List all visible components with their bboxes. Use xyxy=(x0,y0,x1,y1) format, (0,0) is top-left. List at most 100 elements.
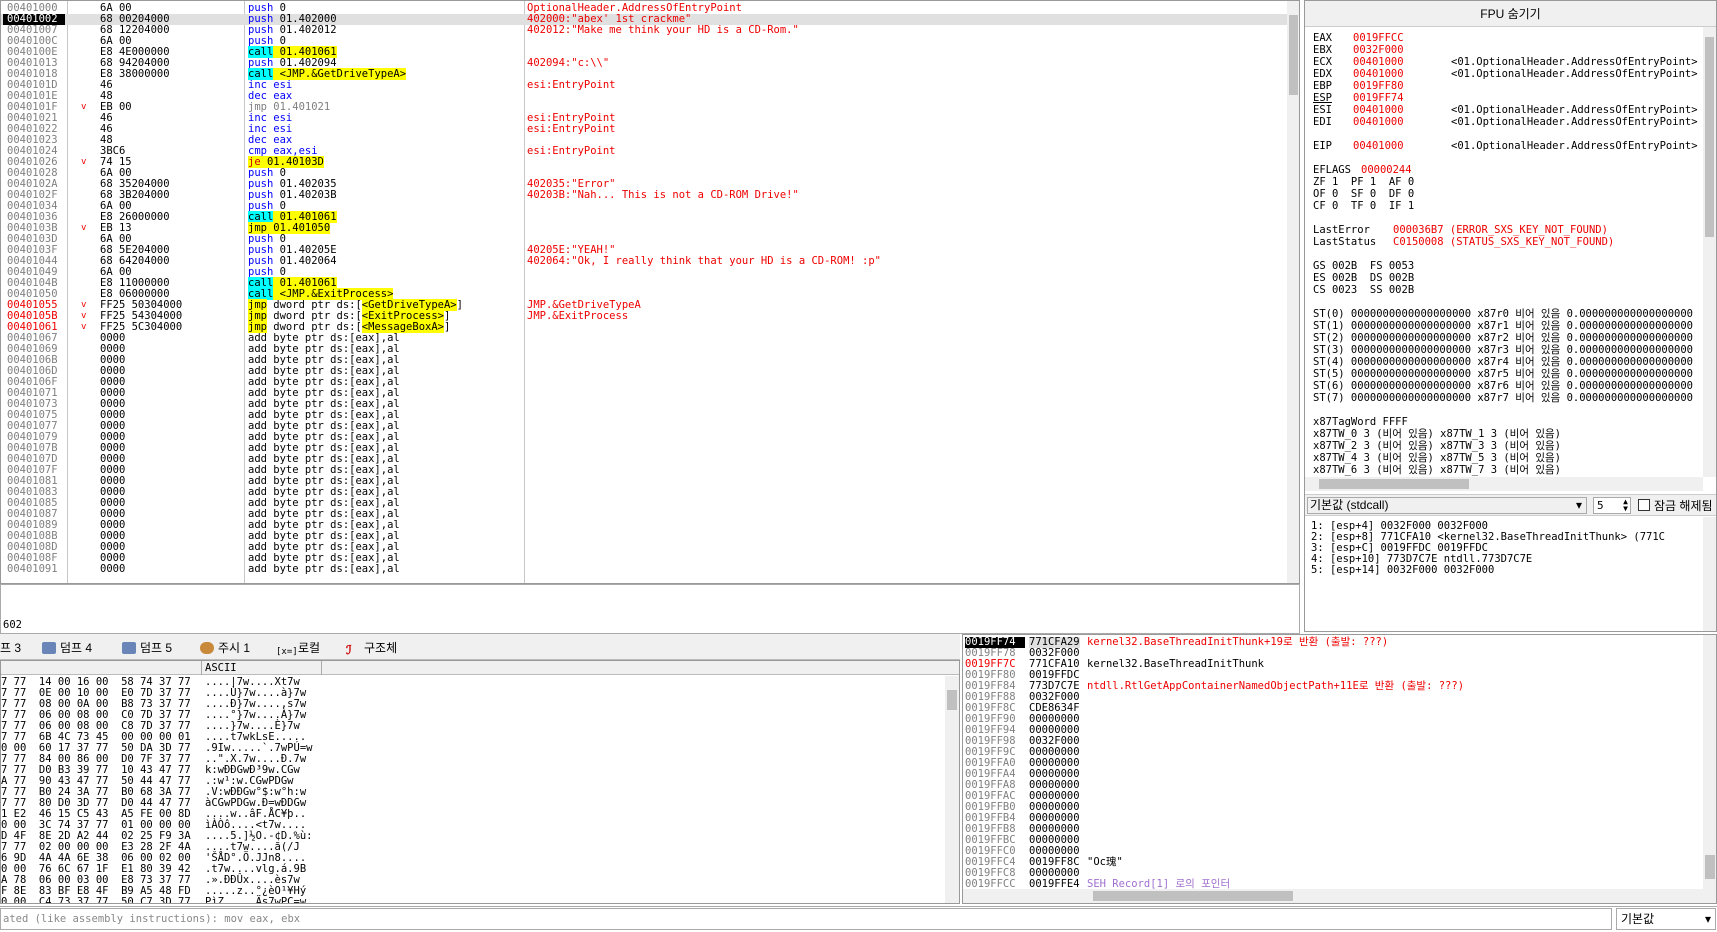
disasm-row[interactable]: 00401023 48 dec eax xyxy=(1,135,1287,146)
disasm-row[interactable]: 00401079 0000 add byte ptr ds:[eax],al xyxy=(1,432,1287,443)
disasm-row[interactable]: 00401024 3BC6 cmp eax,esi esi:EntryPoint xyxy=(1,146,1287,157)
register-line[interactable]: GS 002B FS 0053 xyxy=(1313,260,1414,272)
tab-locals[interactable]: [x=]로컬 xyxy=(276,639,320,657)
register-line[interactable]: ST(6) 0000000000000000000 x87r6 비어 있음 0.… xyxy=(1313,380,1693,392)
stack-scrollbar[interactable] xyxy=(1703,635,1716,903)
register-line[interactable]: EBP 0019FF80 xyxy=(1313,80,1451,92)
command-input[interactable]: ated (like assembly instructions): mov e… xyxy=(0,908,1612,930)
dump-pane[interactable]: ASCII 7 77 14 00 16 00 58 74 37 77 ....|7… xyxy=(0,660,960,904)
disasm-row[interactable]: 00401083 0000 add byte ptr ds:[eax],al xyxy=(1,487,1287,498)
disasm-row[interactable]: 0040106F 0000 add byte ptr ds:[eax],al xyxy=(1,377,1287,388)
disasm-row[interactable]: 00401013 68 94204000 push 01.402094 402094:… xyxy=(1,58,1287,69)
disasm-row[interactable]: 00401022 46 inc esi esi:EntryPoint xyxy=(1,124,1287,135)
register-line[interactable]: ST(4) 0000000000000000000 x87r4 비어 있음 0.… xyxy=(1313,356,1693,368)
disasm-row[interactable]: 0040100E E8 4E000000 call 01.401061 xyxy=(1,46,1287,58)
disasm-scroll-thumb[interactable] xyxy=(1289,15,1298,95)
register-line[interactable]: ST(3) 0000000000000000000 x87r3 비어 있음 0.… xyxy=(1313,344,1693,356)
disasm-row[interactable]: 0040104B E8 11000000 call 01.401061 xyxy=(1,277,1287,289)
disasm-row[interactable]: 0040106B 0000 add byte ptr ds:[eax],al xyxy=(1,355,1287,366)
disassembly-pane[interactable]: 00401000 6A 00 push 0 OptionalHeader.Addres… xyxy=(0,0,1300,584)
dump-ascii[interactable]: PìZ.....Äs7wPÇ=w xyxy=(205,897,306,904)
tab-dump-3[interactable]: 프 3 xyxy=(0,639,21,657)
register-line[interactable]: x87TW_4 3 (비어 있음) x87TW_5 3 (비어 있음) xyxy=(1313,452,1561,464)
disasm-row[interactable]: 00401085 0000 add byte ptr ds:[eax],al xyxy=(1,498,1287,509)
reg-scrollbar[interactable] xyxy=(1703,27,1716,477)
disasm-row[interactable]: 00401087 0000 add byte ptr ds:[eax],al xyxy=(1,509,1287,520)
dump-hex[interactable]: 0 00 C4 73 37 77 50 C7 3D 77 xyxy=(1,897,191,904)
register-line[interactable]: ESI 00401000 <01.OptionalHeader.AddressOfE… xyxy=(1313,104,1698,116)
disasm-row[interactable]: 0040107B 0000 add byte ptr ds:[eax],al xyxy=(1,443,1287,454)
reg-hscrollbar[interactable] xyxy=(1305,477,1703,491)
disasm-row[interactable]: 0040100C 6A 00 push 0 xyxy=(1,36,1287,47)
fpu-toggle-button[interactable]: FPU 숨기기 xyxy=(1305,1,1716,27)
register-line[interactable]: ESP 0019FF74 xyxy=(1313,92,1451,104)
register-line[interactable]: ST(0) 0000000000000000000 x87r0 비어 있음 0.… xyxy=(1313,308,1693,320)
disasm-row[interactable]: 0040107F 0000 add byte ptr ds:[eax],al xyxy=(1,465,1287,476)
register-line[interactable]: LastStatus C0150008 (STATUS_SXS_KEY_NOT_F… xyxy=(1313,236,1614,248)
disasm-row[interactable]: 0040103B v EB 13 jmp 01.401050 xyxy=(1,222,1287,234)
register-line[interactable]: EFLAGS 00000244 xyxy=(1313,164,1412,176)
disasm-row[interactable]: 00401075 0000 add byte ptr ds:[eax],al xyxy=(1,410,1287,421)
disassembly-rows[interactable]: 00401000 6A 00 push 0 OptionalHeader.Addres… xyxy=(1,3,1287,575)
disasm-row[interactable]: 00401081 0000 add byte ptr ds:[eax],al xyxy=(1,476,1287,487)
disasm-row[interactable]: 0040108F 0000 add byte ptr ds:[eax],al xyxy=(1,553,1287,564)
disasm-row[interactable]: 0040101F v EB 00 jmp 01.401021 xyxy=(1,102,1287,113)
register-line[interactable]: x87TW_6 3 (비어 있음) x87TW_7 3 (비어 있음) xyxy=(1313,464,1561,476)
callconv-select[interactable]: 기본값 (stdcall) ▾ xyxy=(1307,497,1587,514)
disasm-row[interactable]: 00401026 v 74 15 je 01.40103D xyxy=(1,156,1287,168)
disasm-scrollbar[interactable] xyxy=(1287,1,1299,583)
disasm-row[interactable]: 0040105B v FF25 54304000 jmp dword ptr ds:[… xyxy=(1,310,1287,322)
tab-dump-4[interactable]: 덤프 4 xyxy=(42,639,92,657)
stack-pane[interactable]: 0019FF74 771CFA29 kernel32.BaseThreadInitT… xyxy=(962,634,1717,904)
disasm-row[interactable]: 0040107D 0000 add byte ptr ds:[eax],al xyxy=(1,454,1287,465)
register-line[interactable]: EAX 0019FFCC xyxy=(1313,32,1451,44)
disasm-row[interactable]: 00401028 6A 00 push 0 xyxy=(1,168,1287,179)
register-line[interactable]: EIP 00401000 <01.OptionalHeader.AddressOfE… xyxy=(1313,140,1698,152)
tab-struct[interactable]: ℐ 구조체 xyxy=(346,639,397,657)
disasm-row[interactable]: 00401061 v FF25 5C304000 jmp dword ptr ds:[… xyxy=(1,321,1287,333)
disasm-row[interactable]: 00401044 68 64204000 push 01.402064 402064:… xyxy=(1,256,1287,267)
arg-count-spinner[interactable]: 5 ▲ ▼ xyxy=(1593,497,1631,514)
disasm-row[interactable]: 00401034 6A 00 push 0 xyxy=(1,201,1287,212)
disasm-row[interactable]: 00401091 0000 add byte ptr ds:[eax],al xyxy=(1,564,1287,575)
register-line[interactable]: OF 0 SF 0 DF 0 xyxy=(1313,188,1414,200)
disasm-row[interactable]: 00401021 46 inc esi esi:EntryPoint xyxy=(1,113,1287,124)
disasm-row[interactable]: 00401077 0000 add byte ptr ds:[eax],al xyxy=(1,421,1287,432)
stack-hscrollbar[interactable] xyxy=(963,889,1703,903)
disasm-row[interactable]: 00401089 0000 add byte ptr ds:[eax],al xyxy=(1,520,1287,531)
register-line[interactable]: ST(2) 0000000000000000000 x87r2 비어 있음 0.… xyxy=(1313,332,1693,344)
disasm-row[interactable]: 00401067 0000 add byte ptr ds:[eax],al xyxy=(1,333,1287,344)
call-arg-line[interactable]: 5: [esp+14] 0032F000 0032F000 xyxy=(1311,564,1494,576)
register-line[interactable]: EBX 0032F000 xyxy=(1313,44,1451,56)
dump-scrollbar[interactable] xyxy=(945,676,959,903)
register-line[interactable]: CF 0 TF 0 IF 1 xyxy=(1313,200,1414,212)
disasm-row[interactable]: 00401049 6A 00 push 0 xyxy=(1,267,1287,278)
register-line[interactable]: ST(1) 0000000000000000000 x87r1 비어 있음 0.… xyxy=(1313,320,1693,332)
disasm-row[interactable]: 00401073 0000 add byte ptr ds:[eax],al xyxy=(1,399,1287,410)
disasm-row[interactable]: 0040101D 46 inc esi esi:EntryPoint xyxy=(1,80,1287,91)
disasm-row[interactable]: 00401036 E8 26000000 call 01.401061 xyxy=(1,211,1287,223)
disasm-row[interactable]: 0040102F 68 3B204000 push 01.40203B 40203B:… xyxy=(1,190,1287,201)
disasm-row[interactable]: 0040108B 0000 add byte ptr ds:[eax],al xyxy=(1,531,1287,542)
register-line[interactable]: ECX 00401000 <01.OptionalHeader.AddressOfE… xyxy=(1313,56,1698,68)
disasm-row[interactable]: 00401055 v FF25 50304000 jmp dword ptr ds:[… xyxy=(1,299,1287,311)
disasm-row[interactable]: 0040101E 48 dec eax xyxy=(1,91,1287,102)
register-line[interactable]: EDI 00401000 <01.OptionalHeader.AddressOfE… xyxy=(1313,116,1698,128)
disasm-row[interactable]: 00401071 0000 add byte ptr ds:[eax],al xyxy=(1,388,1287,399)
register-line[interactable]: EDX 00401000 <01.OptionalHeader.AddressOfE… xyxy=(1313,68,1698,80)
disasm-row[interactable]: 0040106D 0000 add byte ptr ds:[eax],al xyxy=(1,366,1287,377)
register-line[interactable]: ST(7) 0000000000000000000 x87r7 비어 있음 0.… xyxy=(1313,392,1693,404)
disasm-row[interactable]: 00401018 E8 38000000 call <JMP.&GetDriveTy… xyxy=(1,68,1287,80)
register-line[interactable]: x87TW_2 3 (비어 있음) x87TW_3 3 (비어 있음) xyxy=(1313,440,1561,452)
registers-pane[interactable]: FPU 숨기기 EAX 0019FFCC EBX 0032F000 ECX 0040100… xyxy=(1304,0,1717,632)
tab-watch-1[interactable]: 주시 1 xyxy=(200,639,250,657)
call-args-list[interactable]: 1: [esp+4] 0032F000 0032F000 2: [esp+8] 7… xyxy=(1305,517,1703,631)
disasm-row[interactable]: 0040103D 6A 00 push 0 xyxy=(1,234,1287,245)
register-line[interactable]: ES 002B DS 002B xyxy=(1313,272,1414,284)
tab-dump-5[interactable]: 덤프 5 xyxy=(122,639,172,657)
register-line[interactable]: ZF 1 PF 1 AF 0 xyxy=(1313,176,1414,188)
register-line[interactable]: ST(5) 0000000000000000000 x87r5 비어 있음 0.… xyxy=(1313,368,1693,380)
disasm-row[interactable]: 00401069 0000 add byte ptr ds:[eax],al xyxy=(1,344,1287,355)
register-line[interactable]: x87TagWord FFFF xyxy=(1313,416,1408,428)
unlock-checkbox[interactable] xyxy=(1638,499,1650,511)
